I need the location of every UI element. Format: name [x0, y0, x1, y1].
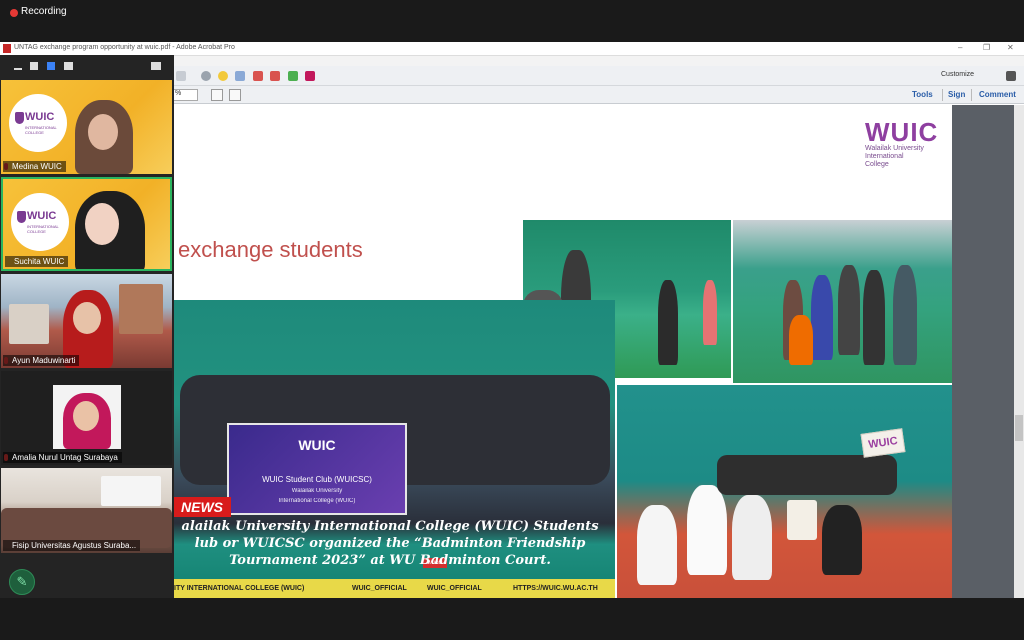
participant-tile-active[interactable]: WUIC INTERNATIONAL COLLEGE Suchita WUIC	[1, 177, 172, 271]
window-titlebar: UNTAG exchange program opportunity at wu…	[0, 42, 1024, 56]
participant-face	[73, 302, 101, 334]
recording-label: Recording	[21, 6, 67, 17]
zoom-select[interactable]: %	[172, 89, 198, 101]
participant-tile[interactable]: WUIC INTERNATIONAL COLLEGE Medina WUIC	[1, 80, 172, 174]
comment-icon[interactable]	[218, 71, 228, 81]
wuic-logo-icon: WUIC INTERNATIONAL COLLEGE	[9, 94, 67, 152]
participant-tile[interactable]: Ayun Maduwinarti	[1, 274, 172, 368]
fit-width-icon[interactable]	[229, 89, 241, 101]
participant-name: Ayun Maduwinarti	[3, 355, 80, 366]
tools-link[interactable]: Tools	[912, 90, 933, 99]
toolbar-divider	[942, 89, 943, 101]
combine-icon[interactable]	[288, 71, 298, 81]
pdf-page: WUIC Walailak University International C…	[90, 105, 952, 598]
fit-page-icon[interactable]	[211, 89, 223, 101]
settings-icon[interactable]	[201, 71, 211, 81]
participants-panel: WUIC INTERNATIONAL COLLEGE Medina WUIC WU…	[0, 55, 174, 598]
expand-icon[interactable]	[1006, 71, 1016, 81]
participant-tile[interactable]: Amalia Nurul Untag Surabaya	[1, 371, 172, 465]
customize-menu[interactable]: Customize	[941, 71, 974, 78]
sign-tool-icon[interactable]	[305, 71, 315, 81]
photo-group-sitting	[617, 385, 952, 598]
close-icon[interactable]: ✕	[1007, 43, 1014, 52]
photo-badminton-court-2	[733, 220, 952, 383]
comment-link[interactable]: Comment	[979, 90, 1016, 99]
restore-icon[interactable]: ❐	[983, 43, 990, 52]
footer-instagram: WUIC_OFFICIAL	[352, 585, 407, 592]
pdf-icon	[3, 44, 11, 53]
participant-face	[88, 114, 118, 150]
strip-view-icon[interactable]	[47, 62, 55, 70]
recording-dot-icon	[10, 9, 18, 17]
participant-face	[85, 203, 119, 245]
participant-name: Fisip Universitas Agustus Suraba...	[3, 540, 141, 551]
annotate-pencil-button[interactable]: ✎	[9, 569, 35, 595]
participant-photo	[53, 385, 121, 449]
export-icon[interactable]	[270, 71, 280, 81]
footer-twitter: WUIC_OFFICIAL	[427, 585, 482, 592]
news-caption: alailak University International College…	[181, 519, 599, 568]
pip-icon[interactable]	[151, 62, 161, 70]
recording-bar: Recording	[0, 0, 1024, 42]
minimize-icon[interactable]: –	[958, 43, 962, 52]
minimize-panel-icon[interactable]	[14, 68, 22, 70]
participant-name: Suchita WUIC	[5, 256, 69, 267]
participant-name: Medina WUIC	[3, 161, 66, 172]
meeting-bottom-strip	[0, 598, 1024, 640]
create-pdf-icon[interactable]	[253, 71, 263, 81]
footer-website: HTTPS://WUIC.WU.AC.TH	[513, 585, 598, 592]
wuic-logo: WUIC Walailak University International C…	[865, 117, 939, 168]
window-title: UNTAG exchange program opportunity at wu…	[14, 44, 235, 51]
grid-view-icon[interactable]	[64, 62, 73, 70]
single-view-icon[interactable]	[30, 62, 38, 70]
participant-name: Amalia Nurul Untag Surabaya	[3, 452, 122, 463]
student-club-banner: WUIC WUIC Student Club (WUICSC) Walailak…	[227, 423, 407, 515]
news-badge: NEWS	[173, 497, 231, 517]
toolbar-divider	[971, 89, 972, 101]
scrollbar-thumb[interactable]	[1015, 415, 1023, 441]
share-icon[interactable]	[235, 71, 245, 81]
wuic-logo-icon: WUIC INTERNATIONAL COLLEGE	[11, 193, 69, 251]
print-icon[interactable]	[176, 71, 186, 81]
vertical-scrollbar[interactable]	[1014, 105, 1024, 598]
participant-tile[interactable]: Fisip Universitas Agustus Suraba...	[1, 468, 172, 553]
sign-link[interactable]: Sign	[948, 90, 965, 99]
